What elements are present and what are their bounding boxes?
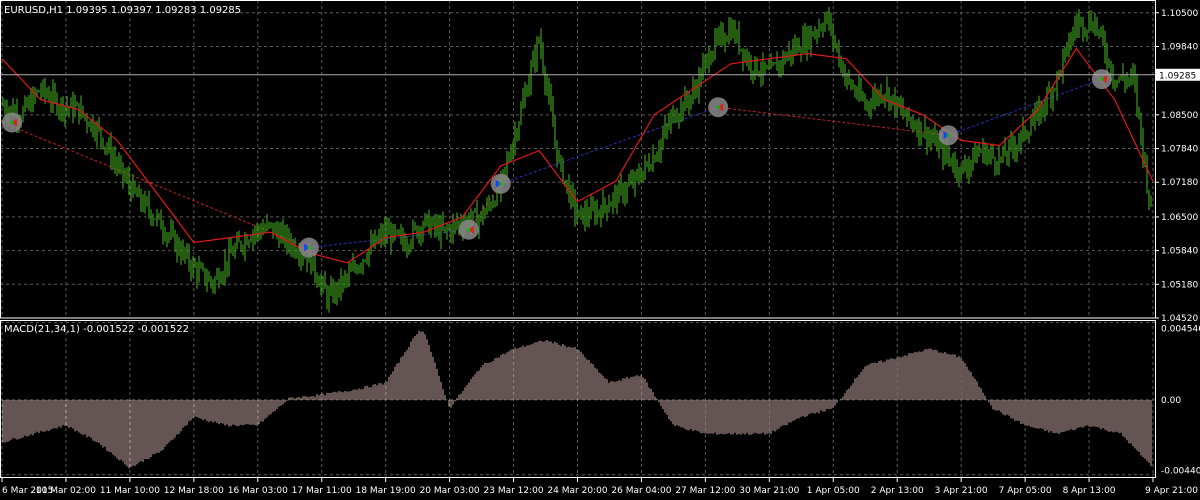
x-tick-label: 17 Mar 11:00 <box>292 486 352 496</box>
main-grid <box>0 0 1155 319</box>
chart-canvas: 1.10500 1.09840 1.08500 1.07840 1.07180 1.065… <box>0 0 1200 496</box>
y-tick-label: 1.07840 <box>1161 145 1198 155</box>
x-tick-label: 7 Apr 05:00 <box>999 486 1052 496</box>
sell-arrow-icon <box>458 219 479 240</box>
buy-arrow-icon <box>298 237 319 258</box>
axes: 1.10500 1.09840 1.08500 1.07840 1.07180 1.065… <box>0 0 1200 496</box>
x-tick-label: 23 Mar 12:00 <box>484 486 544 496</box>
buy-arrow-icon <box>938 125 959 146</box>
buy-arrow-icon <box>490 173 511 194</box>
trade-marker-dot <box>10 121 14 125</box>
sell-arrow-icon <box>2 112 22 133</box>
trade-marker-dot <box>1100 77 1104 81</box>
trade-lines <box>1 78 1103 249</box>
x-tick-label: 27 Mar 12:00 <box>675 486 735 496</box>
trade-line <box>500 106 719 185</box>
y-tick-label: 1.07180 <box>1161 178 1198 188</box>
y-tick-label: 1.05180 <box>1161 280 1198 290</box>
y-tick-label: 1.04520 <box>1161 314 1198 324</box>
y-tick-label: 1.10500 <box>1161 9 1198 19</box>
x-tick-label: 20 Mar 03:00 <box>420 486 480 496</box>
macd-y-tick-label: 0.00 <box>1161 396 1181 406</box>
trade-marker-dot <box>467 228 471 232</box>
y-tick-label: 1.05840 <box>1161 247 1198 257</box>
main-chart-title: EURUSD,H1 1.09395 1.09397 1.09283 1.0928… <box>4 5 241 16</box>
x-tick-label: 16 Mar 03:00 <box>228 486 288 496</box>
x-tick-label: 10 Mar 02:00 <box>36 486 96 496</box>
macd-y-tick-label: -0.004406 <box>1161 467 1200 477</box>
x-tick-label: 9 Apr 21:00 <box>1145 486 1198 496</box>
x-tick-label: 1 Apr 05:00 <box>807 486 860 496</box>
sell-arrow-icon <box>1091 69 1112 90</box>
x-tick-label: 11 Mar 10:00 <box>100 486 160 496</box>
trade-marker-dot <box>307 246 311 250</box>
y-tick-label: 1.08500 <box>1161 111 1198 121</box>
current-price-label: 1.09285 <box>1159 71 1196 81</box>
x-tick-label: 18 Mar 19:00 <box>356 486 416 496</box>
x-tick-label: 30 Mar 21:00 <box>739 486 799 496</box>
x-tick-label: 12 Mar 18:00 <box>164 486 224 496</box>
x-tick-label: 8 Apr 13:00 <box>1063 486 1116 496</box>
y-tick-label: 1.06500 <box>1161 213 1198 223</box>
x-tick-label: 24 Mar 20:00 <box>547 486 607 496</box>
x-tick-label: 26 Mar 04:00 <box>611 486 671 496</box>
y-tick-label: 1.09840 <box>1161 42 1198 52</box>
macd-y-tick-label: 0.004546 <box>1161 325 1200 335</box>
macd-title: MACD(21,34,1) -0.001522 -0.001522 <box>4 324 189 335</box>
trade-marker-dot <box>946 133 950 137</box>
trade-marker-dot <box>716 105 720 109</box>
trade-marker-dot <box>499 182 503 186</box>
x-tick-label: 3 Apr 21:00 <box>935 486 988 496</box>
sell-arrow-icon <box>708 97 729 118</box>
x-tick-label: 2 Apr 13:00 <box>871 486 924 496</box>
